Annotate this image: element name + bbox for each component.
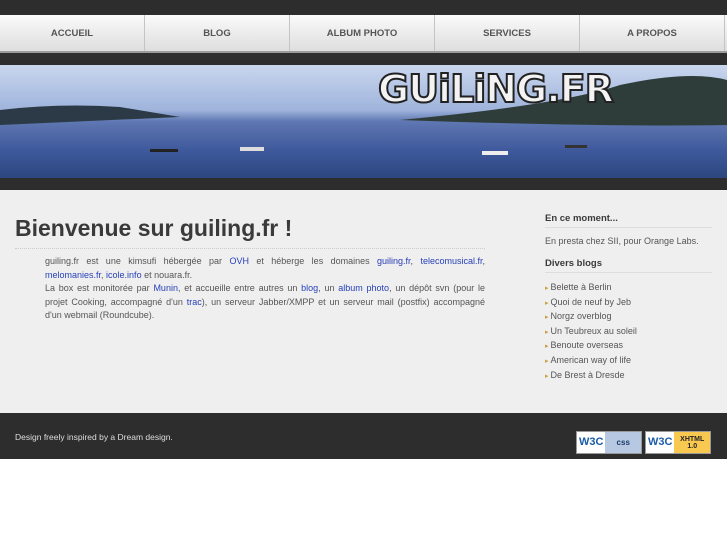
blog-link[interactable]: Benoute overseas bbox=[550, 340, 623, 350]
nav-accueil[interactable]: ACCUEIL bbox=[0, 15, 145, 51]
blog-link[interactable]: Un Teubreux au soleil bbox=[550, 326, 636, 336]
site-logo: GUiLiNG.FR bbox=[377, 66, 615, 112]
top-bar bbox=[0, 0, 727, 15]
blog-link[interactable]: Quoi de neuf by Jeb bbox=[550, 297, 631, 307]
sidebar: En ce moment... En presta chez SII, pour… bbox=[545, 213, 712, 383]
text: , et accueille entre autres un bbox=[177, 283, 302, 294]
link-trac[interactable]: trac bbox=[187, 297, 202, 307]
blog-link[interactable]: American way of life bbox=[550, 355, 631, 365]
link-munin[interactable]: Munin bbox=[153, 283, 178, 293]
text: guiling.fr est une kimsufi hébergée par bbox=[45, 256, 230, 266]
header-banner: GUiLiNG.FR bbox=[0, 65, 727, 178]
blogs-title: Divers blogs bbox=[545, 258, 712, 273]
main-nav: ACCUEIL BLOG ALBUM PHOTO SERVICES A PROP… bbox=[0, 15, 727, 53]
link-guiling[interactable]: guiling.fr bbox=[377, 256, 411, 266]
css-label: css bbox=[605, 432, 641, 453]
list-item: Quoi de neuf by Jeb bbox=[545, 296, 712, 311]
w3c-css-badge[interactable]: W3C css bbox=[576, 431, 642, 454]
nav-album-photo[interactable]: ALBUM PHOTO bbox=[290, 15, 435, 51]
text: , un bbox=[318, 283, 339, 294]
w3c-label: W3C bbox=[648, 436, 673, 448]
moment-text: En presta chez SII, pour Orange Labs. bbox=[545, 236, 699, 246]
list-item: American way of life bbox=[545, 354, 712, 369]
text: , bbox=[482, 256, 485, 266]
text: et nouara.fr. bbox=[141, 269, 193, 280]
list-item: Norgz overblog bbox=[545, 310, 712, 325]
link-telecomusical[interactable]: telecomusical.fr bbox=[420, 256, 482, 266]
footer: Design freely inspired by a Dream design… bbox=[0, 413, 727, 459]
xhtml-label: XHTML 1.0 bbox=[674, 432, 710, 453]
text: et héberge les domaines bbox=[248, 256, 378, 266]
blogs-list: Belette à Berlin Quoi de neuf by Jeb Nor… bbox=[545, 281, 712, 383]
landscape-image bbox=[0, 76, 727, 155]
moment-title: En ce moment... bbox=[545, 213, 712, 228]
nav-a-propos[interactable]: A PROPOS bbox=[580, 15, 725, 51]
text: La box est monitorée par bbox=[45, 283, 154, 294]
page-title: Bienvenue sur guiling.fr ! bbox=[15, 215, 485, 249]
blog-link[interactable]: Belette à Berlin bbox=[550, 282, 611, 292]
link-icole[interactable]: icole.info bbox=[106, 270, 142, 280]
link-melomanies[interactable]: melomanies.fr bbox=[45, 270, 101, 280]
list-item: Benoute overseas bbox=[545, 339, 712, 354]
text: , bbox=[410, 256, 421, 266]
content-area: Bienvenue sur guiling.fr ! guiling.fr es… bbox=[0, 190, 727, 413]
intro-text: guiling.fr est une kimsufi hébergée par … bbox=[45, 255, 485, 323]
nav-blog[interactable]: BLOG bbox=[145, 15, 290, 51]
w3c-xhtml-badge[interactable]: W3C XHTML 1.0 bbox=[645, 431, 711, 454]
nav-services[interactable]: SERVICES bbox=[435, 15, 580, 51]
list-item: Un Teubreux au soleil bbox=[545, 325, 712, 340]
blog-link[interactable]: De Brest à Dresde bbox=[550, 370, 624, 380]
w3c-label: W3C bbox=[579, 436, 604, 448]
link-ovh[interactable]: OVH bbox=[229, 256, 249, 266]
footer-credit: Design freely inspired by a Dream design… bbox=[15, 432, 173, 442]
list-item: De Brest à Dresde bbox=[545, 369, 712, 384]
link-blog[interactable]: blog bbox=[301, 283, 318, 293]
blog-link[interactable]: Norgz overblog bbox=[550, 311, 611, 321]
list-item: Belette à Berlin bbox=[545, 281, 712, 296]
link-album-photo[interactable]: album photo bbox=[338, 283, 389, 293]
